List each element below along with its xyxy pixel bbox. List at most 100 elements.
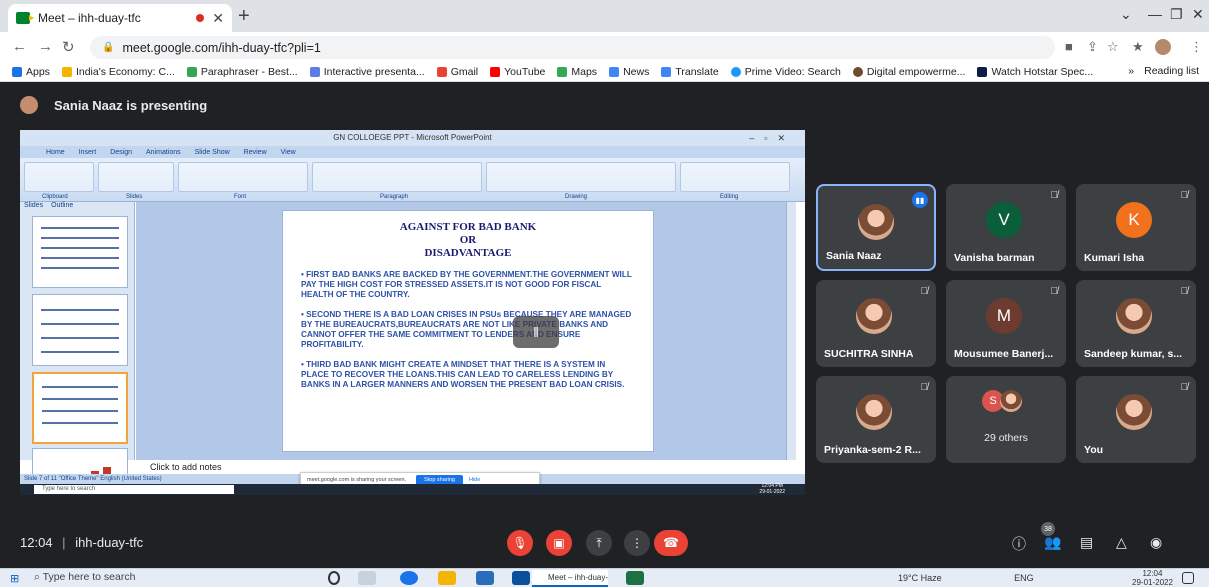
bookmark-economy[interactable]: India's Economy: C...: [61, 66, 175, 78]
url-text: meet.google.com/ihh-duay-tfc?pli=1: [122, 40, 321, 55]
bookmark-icon: [852, 66, 863, 77]
slide-title-1: AGAINST FOR BAD BANK: [399, 221, 537, 233]
store-icon[interactable]: [476, 571, 494, 585]
excel-icon[interactable]: [626, 571, 644, 585]
share-icon[interactable]: ⇪: [1087, 39, 1098, 55]
participant-tile-sandeep[interactable]: 🎙̸ Sandeep kumar, s...: [1076, 280, 1196, 367]
windows-taskbar: ⊞ ⌕ Type here to search Meet – ihh-duay-…: [0, 568, 1209, 587]
profile-avatar[interactable]: [1155, 39, 1171, 55]
weather[interactable]: 19°C Haze: [898, 573, 942, 583]
mic-off-button[interactable]: 🎙: [507, 530, 533, 556]
hide-button[interactable]: Hide: [469, 477, 480, 483]
bookmark-digital[interactable]: Digital empowerme...: [852, 66, 965, 78]
people-icon[interactable]: 👥: [1044, 534, 1061, 551]
tab-title: Meet – ihh-duay-tfc: [38, 11, 141, 25]
present-button[interactable]: ⤒: [586, 530, 612, 556]
info-icon[interactable]: ⓘ: [1012, 534, 1026, 554]
youtube-icon: [490, 66, 501, 77]
participant-avatar: V: [986, 202, 1022, 238]
new-tab-button[interactable]: +: [238, 5, 250, 28]
shared-screen: GN COLLOEGE PPT - Microsoft PowerPoint –…: [20, 130, 805, 495]
file-explorer-icon[interactable]: [438, 571, 456, 585]
menu-icon[interactable]: ⋮: [1190, 39, 1203, 55]
ribbon-group-drawing: [486, 162, 676, 192]
tab-search-icon[interactable]: ⌄: [1120, 6, 1132, 23]
taskbar-search[interactable]: ⌕ Type here to search: [34, 571, 135, 584]
taskbar-clock[interactable]: 12:04 29-01-2022: [1132, 569, 1173, 587]
reload-button[interactable]: ↻: [62, 38, 75, 56]
close-window-button[interactable]: ✕: [1192, 6, 1204, 23]
bookmark-translate[interactable]: Translate: [661, 66, 719, 78]
pane-tab-slides[interactable]: Slides: [24, 202, 43, 212]
bookmark-youtube[interactable]: YouTube: [490, 66, 545, 78]
participant-tile-priyanka[interactable]: 🎙̸ Priyanka-sem-2 R...: [816, 376, 936, 463]
back-button[interactable]: ←: [12, 38, 27, 55]
news-icon: [609, 66, 620, 77]
slide-thumbnail-selected[interactable]: [32, 372, 128, 444]
bookmark-gmail[interactable]: Gmail: [436, 66, 478, 78]
participant-tile-vanisha[interactable]: 🎙̸ V Vanisha barman: [946, 184, 1066, 271]
slide-thumbnail[interactable]: [32, 294, 128, 366]
bookmark-interactive[interactable]: Interactive presenta...: [309, 66, 425, 78]
bookmark-icon: [61, 66, 72, 77]
ppt-tab-slideshow[interactable]: Slide Show: [195, 149, 230, 156]
participant-name: Sandeep kumar, s...: [1084, 348, 1183, 360]
bookmark-star-icon[interactable]: ☆: [1107, 39, 1119, 55]
end-call-button[interactable]: ☎: [654, 530, 688, 556]
windows-start-icon[interactable]: ⊞: [10, 572, 19, 585]
lang[interactable]: ENG: [1014, 573, 1034, 583]
camera-icon[interactable]: ■: [1065, 39, 1073, 54]
edge-icon[interactable]: [400, 571, 418, 585]
forward-button[interactable]: →: [38, 38, 53, 55]
cortana-icon[interactable]: [328, 571, 340, 585]
activities-icon[interactable]: △: [1116, 534, 1127, 551]
reading-list[interactable]: Reading list: [1144, 65, 1199, 77]
bookmarks-more[interactable]: »: [1128, 65, 1134, 77]
participant-avatar: [1000, 390, 1022, 412]
group-label-paragraph: Paragraph: [380, 194, 409, 200]
participant-tile-sania[interactable]: ▮▮ Sania Naaz: [816, 184, 936, 271]
current-slide: AGAINST FOR BAD BANK OR DISADVANTAGE • F…: [282, 210, 654, 452]
tab-meet[interactable]: Meet – ihh-duay-tfc ✕: [8, 4, 232, 32]
participant-tile-others[interactable]: S 29 others: [946, 376, 1066, 463]
bookmark-news[interactable]: News: [609, 66, 649, 78]
bookmark-prime[interactable]: Prime Video: Search: [730, 66, 841, 78]
ppt-tab-insert[interactable]: Insert: [79, 149, 97, 156]
address-bar[interactable]: 🔒 meet.google.com/ihh-duay-tfc?pli=1: [90, 36, 1055, 59]
taskbar-chrome-meet[interactable]: Meet – ihh-duay-tfc...: [532, 570, 608, 587]
taskbar-time: 12:04: [1142, 569, 1163, 578]
minimize-button[interactable]: —: [1148, 6, 1162, 22]
camera-off-button[interactable]: ▣: [546, 530, 572, 556]
bookmark-paraphraser[interactable]: Paraphraser - Best...: [186, 66, 298, 78]
bookmark-maps[interactable]: Maps: [557, 66, 597, 78]
media-play-overlay-icon[interactable]: ‖: [513, 316, 559, 348]
stop-sharing-button[interactable]: Stop sharing: [416, 474, 463, 485]
pane-tab-outline[interactable]: Outline: [51, 202, 73, 212]
ppt-window-title: GN COLLOEGE PPT - Microsoft PowerPoint: [333, 133, 492, 142]
more-options-button[interactable]: ⋮: [624, 530, 650, 556]
participant-tile-you[interactable]: 🎙̸ You: [1076, 376, 1196, 463]
slide-thumbnail[interactable]: [32, 216, 128, 288]
mail-icon[interactable]: [512, 571, 530, 585]
participant-tile-kumari[interactable]: 🎙̸ K Kumari Isha: [1076, 184, 1196, 271]
ppt-tab-animations[interactable]: Animations: [146, 149, 181, 156]
chat-icon[interactable]: ▤: [1080, 534, 1093, 551]
ppt-tab-review[interactable]: Review: [244, 149, 267, 156]
ppt-tab-view[interactable]: View: [281, 149, 296, 156]
bookmark-apps[interactable]: Apps: [12, 66, 50, 78]
participant-tile-suchitra[interactable]: 🎙̸ SUCHITRA SINHA: [816, 280, 936, 367]
tab-close-icon[interactable]: ✕: [212, 10, 224, 27]
bookmark-icon: [186, 66, 197, 77]
participant-avatar: M: [986, 298, 1022, 334]
bookmark-hotstar[interactable]: Watch Hotstar Spec...: [977, 66, 1093, 78]
participant-tile-mousumee[interactable]: 🎙̸ M Mousumee Banerj...: [946, 280, 1066, 367]
task-view-icon[interactable]: [358, 571, 376, 585]
ppt-tab-home[interactable]: Home: [46, 149, 65, 156]
maximize-button[interactable]: ❐: [1170, 6, 1183, 23]
notifications-icon[interactable]: [1182, 572, 1194, 584]
host-controls-icon[interactable]: ◉: [1150, 534, 1162, 551]
ppt-tab-design[interactable]: Design: [110, 149, 132, 156]
slide-scrollbar[interactable]: [786, 202, 796, 460]
translate-icon: [661, 66, 672, 77]
extensions-icon[interactable]: ★: [1132, 39, 1144, 55]
